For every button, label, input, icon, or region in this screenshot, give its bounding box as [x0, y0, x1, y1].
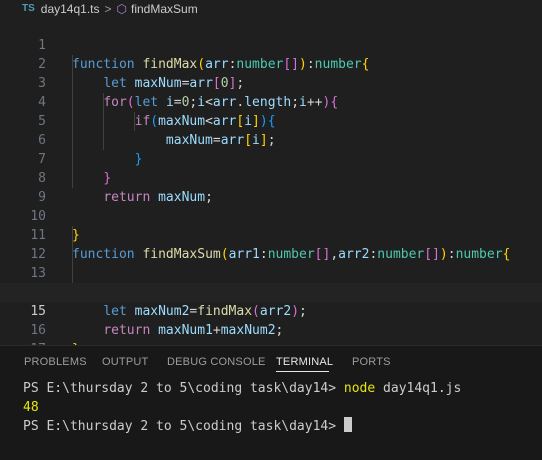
code-line: 17 — [0, 321, 542, 357]
code-line: 5 maxNum=arr[i]; — [0, 93, 542, 148]
code-line: 12 — [0, 226, 542, 262]
tab-output[interactable]: OUTPUT — [102, 356, 148, 368]
terminal-cursor — [343, 417, 352, 432]
tab-problems[interactable]: PROBLEMS — [24, 356, 87, 368]
terminal-prompt: PS E:\thursday 2 to 5\coding task\day14> — [23, 381, 344, 396]
code-line: 9 — [0, 169, 542, 205]
code-line-current: 15 return maxNum1+maxNum2; — [0, 283, 542, 338]
tab-debug-console[interactable]: DEBUG CONSOLE — [167, 356, 266, 368]
typescript-file-icon: TS — [22, 3, 35, 14]
terminal-output[interactable]: PS E:\thursday 2 to 5\coding task\day14>… — [23, 379, 461, 436]
terminal-args: day14q1.js — [375, 381, 462, 396]
bottom-panel: PROBLEMS OUTPUT DEBUG CONSOLE TERMINAL P… — [0, 345, 542, 460]
code-line: 3 for(let i=0;i<arr.length;i++){ — [0, 55, 542, 110]
terminal-result: 48 — [23, 400, 39, 415]
terminal-prompt: PS E:\thursday 2 to 5\coding task\day14> — [23, 419, 344, 434]
breadcrumb-file[interactable]: day14q1.ts — [41, 2, 100, 16]
code-line: 11 function findMaxSum(arr1:number[],arr… — [0, 207, 542, 262]
terminal-command: node — [343, 381, 376, 396]
code-line: 1 function findMax(arr:number[]):number{ — [0, 17, 542, 72]
code-line: 4 if(maxNum<arr[i]){ — [0, 74, 542, 129]
code-line: 13 let maxNum1=findMax(arr1); — [0, 245, 542, 300]
code-editor[interactable]: 1 function findMax(arr:number[]):number{… — [0, 17, 542, 357]
breadcrumb-separator: > — [104, 1, 112, 16]
tab-ports[interactable]: PORTS — [352, 356, 391, 368]
breadcrumb: TS day14q1.ts > ⬡ findMaxSum — [0, 0, 542, 17]
active-tab-indicator — [276, 371, 329, 372]
code-line: 14 let maxNum2=findMax(arr2); — [0, 264, 542, 319]
tab-terminal[interactable]: TERMINAL — [276, 356, 333, 368]
panel-tabs: PROBLEMS OUTPUT DEBUG CONSOLE TERMINAL P… — [0, 346, 542, 376]
code-line: 6 } — [0, 112, 542, 167]
code-line: 10 } — [0, 188, 542, 243]
code-line: 7 } — [0, 131, 542, 186]
breadcrumb-symbol[interactable]: findMaxSum — [131, 2, 198, 16]
code-line: 8 return maxNum; — [0, 150, 542, 205]
code-line: 2 let maxNum=arr[0]; — [0, 36, 542, 91]
code-line: 16 } — [0, 302, 542, 357]
method-icon: ⬡ — [116, 1, 127, 16]
